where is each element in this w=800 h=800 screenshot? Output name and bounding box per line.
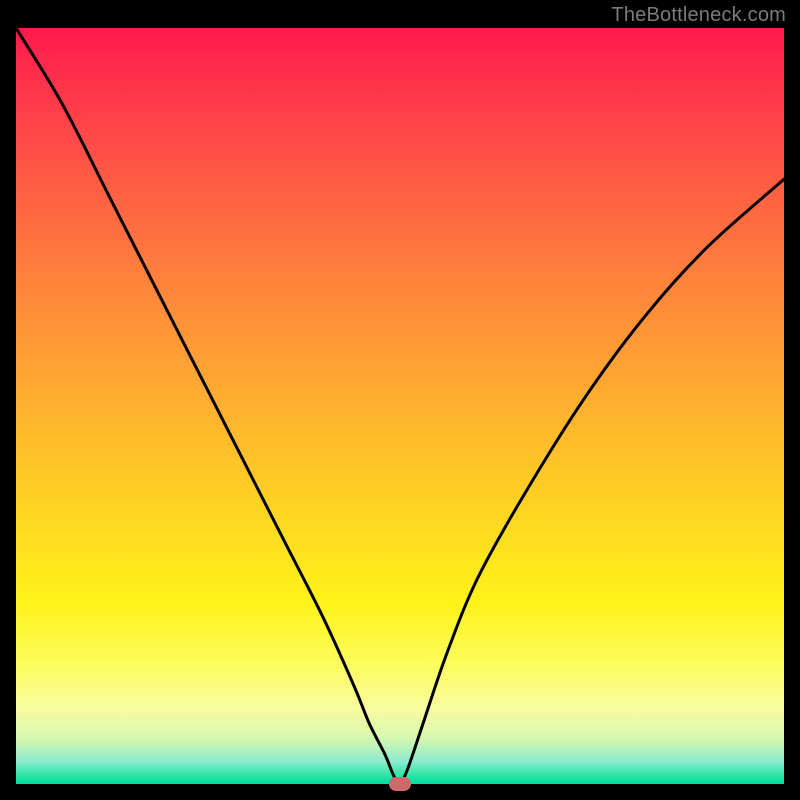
optimal-point-marker — [389, 777, 411, 791]
chart-frame — [16, 28, 784, 784]
bottleneck-curve — [16, 28, 784, 784]
watermark-text: TheBottleneck.com — [611, 4, 786, 27]
